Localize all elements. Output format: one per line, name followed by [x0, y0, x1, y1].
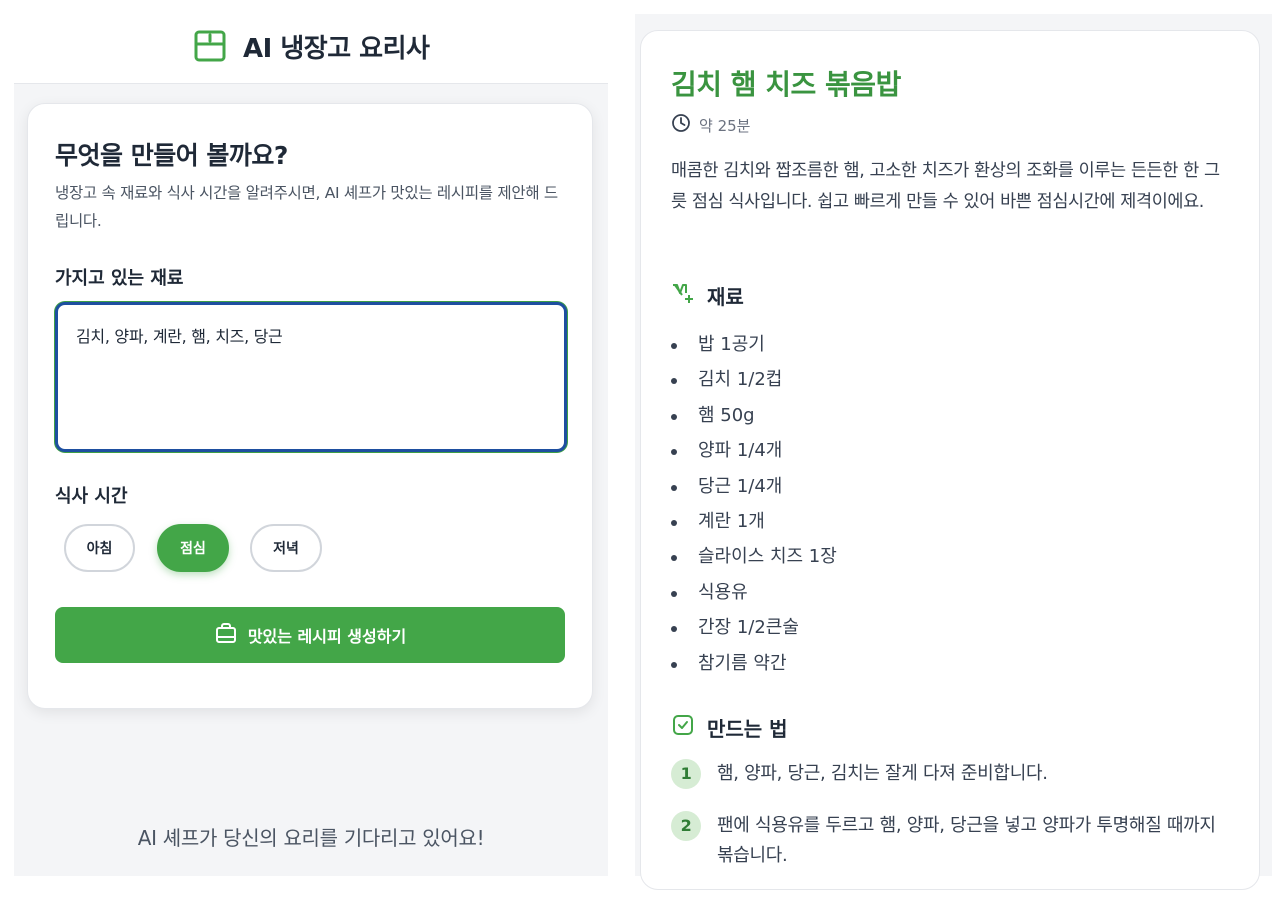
step-list: 1 햄, 양파, 당근, 김치는 잘게 다져 준비합니다. 2 팬에 식용유를 … [671, 759, 1231, 889]
generate-recipe-button[interactable]: 맛있는 레시피 생성하기 [55, 607, 565, 663]
ingredient-item: 참기름 약간 [671, 646, 837, 681]
generate-recipe-label: 맛있는 레시피 생성하기 [247, 627, 407, 646]
recipe-request-panel: AI 냉장고 요리사 무엇을 만들어 볼까요? 냉장고 속 재료와 식사 시간을… [14, 0, 608, 876]
ingredients-heading: 재료 [671, 281, 744, 310]
waiting-message: AI 셰프가 당신의 요리를 기다리고 있어요! [137, 826, 485, 850]
app-title: AI 냉장고 요리사 [243, 34, 430, 64]
ingredients-input[interactable]: 김치, 양파, 계란, 햄, 치즈, 당근 [55, 302, 567, 452]
ingredient-item: 밥 1공기 [671, 327, 837, 362]
app-header: AI 냉장고 요리사 [14, 0, 608, 84]
ingredient-item: 간장 1/2큰술 [671, 610, 837, 645]
step-number: 2 [671, 811, 701, 841]
form-title: 무엇을 만들어 볼까요? [55, 141, 288, 170]
ingredient-list: 밥 1공기 김치 1/2컵 햄 50g 양파 1/4개 당근 1/4개 계란 1… [671, 327, 837, 681]
recipe-result-panel: 김치 햄 치즈 볶음밥 약 25분 매콤한 김치와 짭조름한 햄, 고소한 치즈… [635, 14, 1272, 890]
fridge-icon [194, 30, 226, 62]
ingredient-item: 계란 1개 [671, 504, 837, 539]
ingredient-item: 슬라이스 치즈 1장 [671, 539, 837, 574]
recipe-time-label: 약 25분 [699, 116, 751, 135]
recipe-time: 약 25분 [671, 113, 750, 137]
ingredient-item: 김치 1/2컵 [671, 362, 837, 397]
ingredient-item: 햄 50g [671, 398, 837, 433]
step-number: 1 [671, 759, 701, 789]
steps-heading-label: 만드는 법 [707, 717, 788, 741]
ingredients-label: 가지고 있는 재료 [55, 268, 184, 289]
recipe-form-card: 무엇을 만들어 볼까요? 냉장고 속 재료와 식사 시간을 알려주시면, AI … [27, 103, 593, 709]
step-item: 2 팬에 식용유를 두르고 햄, 양파, 당근을 넣고 양파가 투명해질 때까지… [671, 811, 1231, 871]
ingredient-item: 당근 1/4개 [671, 469, 837, 504]
step-text: 햄, 양파, 당근, 김치는 잘게 다져 준비합니다. [717, 763, 1048, 784]
steps-heading: 만드는 법 [671, 713, 788, 742]
ingredient-item: 양파 1/4개 [671, 433, 837, 468]
meal-option-breakfast[interactable]: 아침 [64, 524, 135, 572]
recipe-title: 김치 햄 치즈 볶음밥 [671, 68, 901, 101]
ingredients-heading-label: 재료 [707, 285, 744, 309]
step-text: 팬에 식용유를 두르고 햄, 양파, 당근을 넣고 양파가 투명해질 때까지 볶… [717, 815, 1216, 866]
check-square-icon [671, 713, 695, 742]
ingredients-icon [671, 281, 695, 310]
step-item: 1 햄, 양파, 당근, 김치는 잘게 다져 준비합니다. [671, 759, 1231, 789]
ingredient-item: 식용유 [671, 575, 837, 610]
form-description: 냉장고 속 재료와 식사 시간을 알려주시면, AI 셰프가 맛있는 레시피를 … [55, 184, 558, 230]
meal-option-lunch[interactable]: 점심 [157, 524, 229, 572]
meal-option-dinner[interactable]: 저녁 [250, 524, 322, 572]
recipe-description: 매콤한 김치와 짭조름한 햄, 고소한 치즈가 환상의 조화를 이루는 든든한 … [671, 161, 1220, 212]
clock-icon [671, 113, 691, 137]
recipe-card: 김치 햄 치즈 볶음밥 약 25분 매콤한 김치와 짭조름한 햄, 고소한 치즈… [640, 30, 1260, 890]
meal-time-label: 식사 시간 [55, 486, 128, 507]
shopping-bag-icon [214, 621, 238, 649]
